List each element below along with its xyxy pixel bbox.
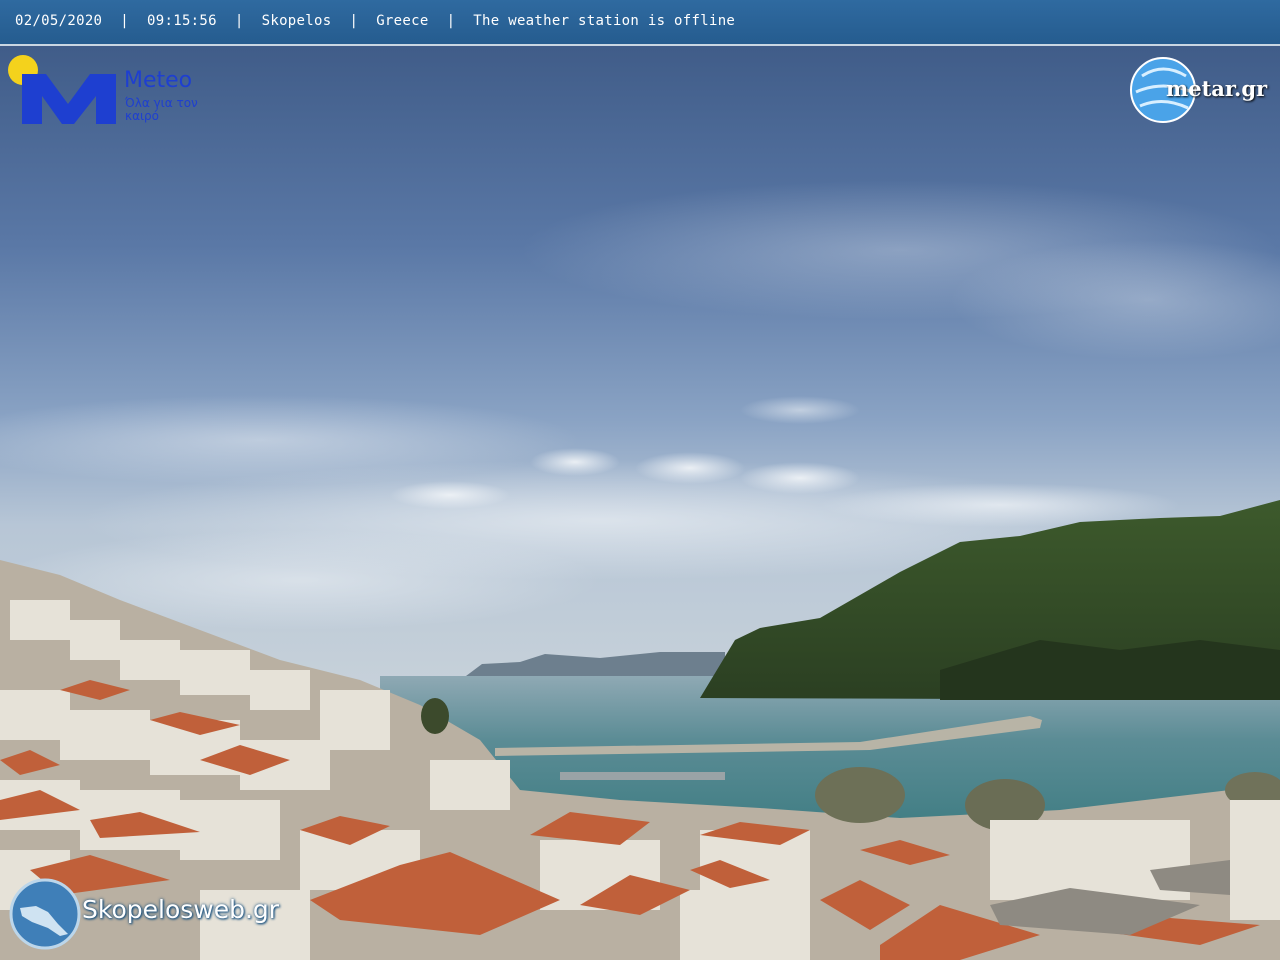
meteo-tagline: Όλα για τον καιρό bbox=[125, 96, 198, 123]
separator: | bbox=[234, 13, 244, 29]
separator: | bbox=[446, 13, 456, 29]
info-bar: 02/05/2020 | 09:15:56 | Skopelos | Greece | The … bbox=[0, 0, 1280, 46]
date-text: 02/05/2020 bbox=[15, 13, 103, 29]
info-text: 02/05/2020 | 09:15:56 | Skopelos | Greece | The … bbox=[15, 13, 735, 29]
metar-logo-text: metar.gr bbox=[1166, 76, 1268, 101]
meteo-name: Meteo bbox=[124, 68, 193, 93]
location-text: Skopelos bbox=[261, 13, 332, 29]
webcam-image bbox=[0, 0, 1280, 960]
skopelosweb-logo-text: Skopelosweb.gr bbox=[82, 895, 280, 924]
separator: | bbox=[349, 13, 359, 29]
status-text: The weather station is offline bbox=[473, 13, 736, 29]
skopelos-island-icon bbox=[9, 878, 81, 950]
separator: | bbox=[120, 13, 130, 29]
time-text: 09:15:56 bbox=[147, 13, 217, 29]
country-text: Greece bbox=[376, 13, 429, 29]
